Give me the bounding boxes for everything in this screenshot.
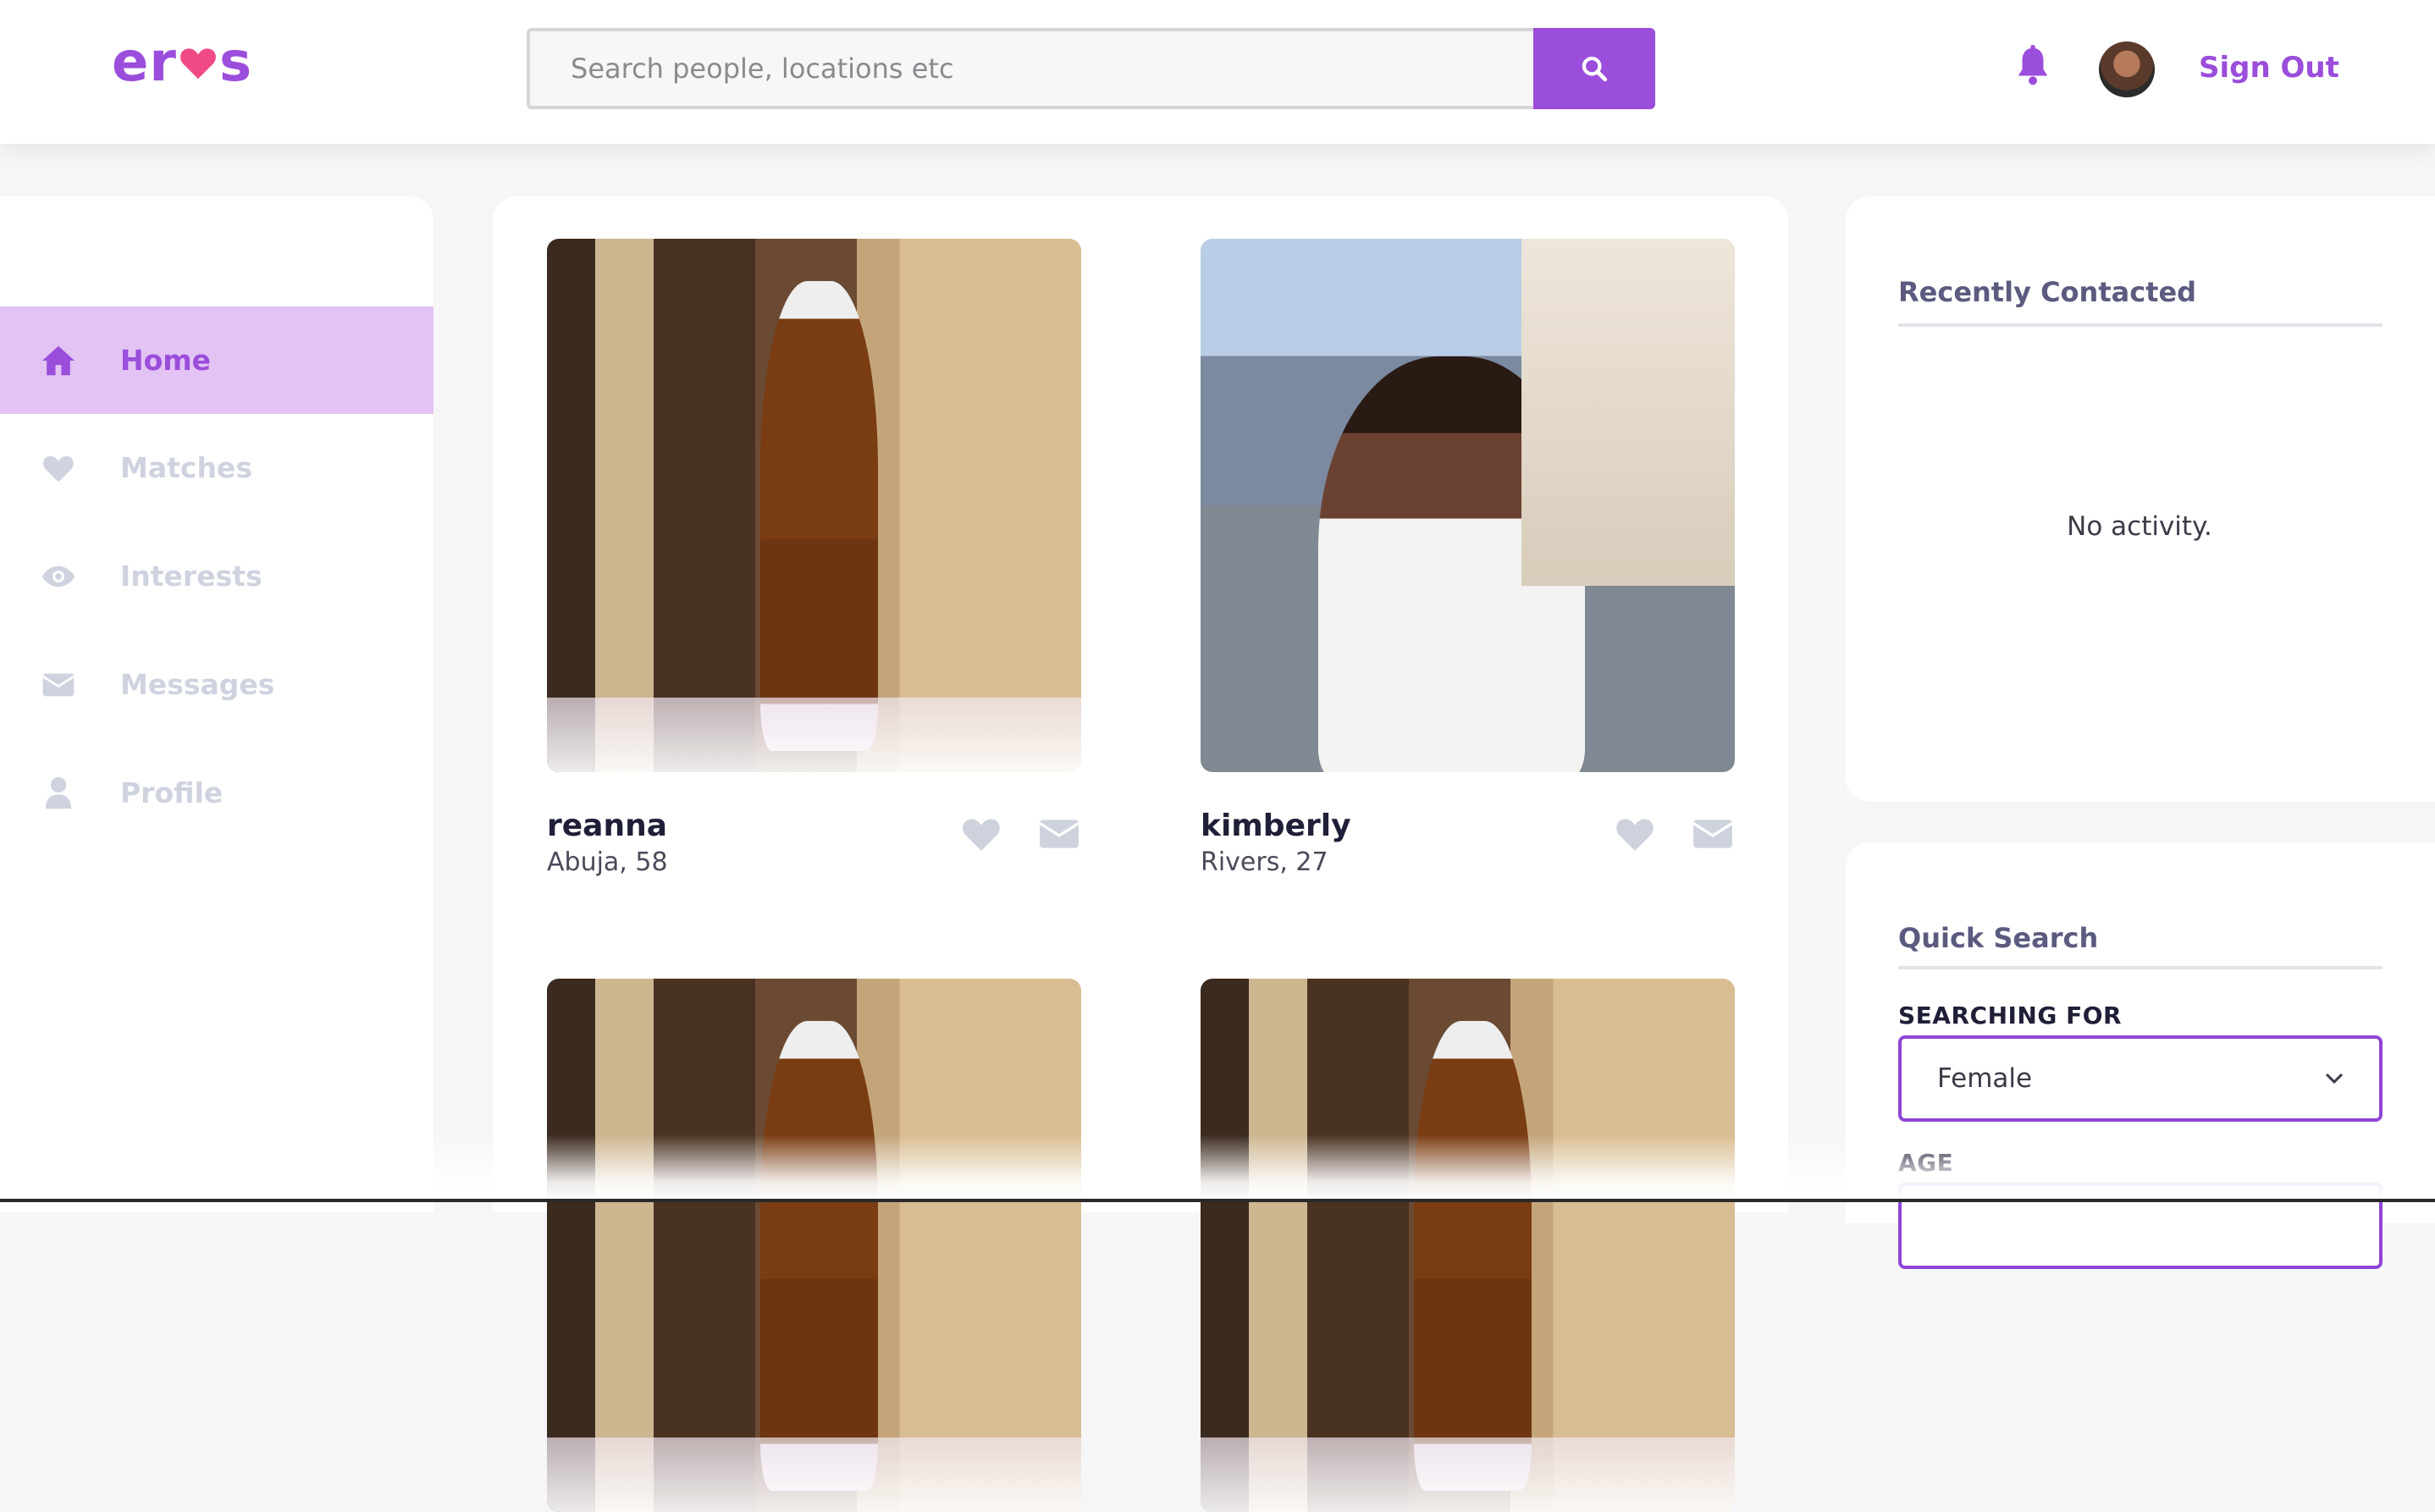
profile-card: kimberly Rivers, 27 [1201, 239, 1735, 879]
chevron-down-icon [2325, 1073, 2344, 1084]
searching-for-label: SEARCHING FOR [1898, 1002, 2123, 1029]
bell-icon[interactable] [2013, 44, 2052, 88]
profile-photo[interactable] [547, 979, 1081, 1512]
search-button[interactable] [1533, 28, 1655, 109]
sidebar-item-label: Home [120, 344, 212, 377]
message-envelope-icon[interactable] [1037, 814, 1081, 853]
age-select[interactable] [1898, 1183, 2383, 1269]
profile-photo[interactable] [1201, 239, 1735, 772]
profile-actions [959, 814, 1081, 853]
heart-icon [41, 450, 76, 486]
profile-card [547, 979, 1081, 1512]
envelope-icon [41, 667, 76, 703]
profile-feed: reanna Abuja, 58 kimberly Rivers, 27 [493, 196, 1788, 1512]
search-bar [527, 28, 1655, 109]
profile-photo[interactable] [547, 239, 1081, 772]
age-label: AGE [1898, 1149, 1954, 1177]
logo[interactable]: er s [112, 32, 252, 93]
like-heart-icon[interactable] [959, 814, 1003, 853]
searching-for-select[interactable]: Female [1898, 1035, 2383, 1122]
logo-text-end: s [218, 31, 253, 94]
top-bar: er s Sign Out [0, 0, 2435, 144]
profile-card [1201, 979, 1735, 1512]
like-heart-icon[interactable] [1613, 814, 1657, 853]
empty-state-text: No activity. [2067, 511, 2212, 542]
recently-contacted-panel: Recently Contacted No activity. [1846, 196, 2435, 802]
search-icon [1582, 56, 1608, 82]
divider [1898, 966, 2383, 969]
sidebar-item-label: Messages [120, 668, 275, 701]
window-bottom-edge [0, 1199, 2435, 1202]
sidebar: Home Matches Interests Messages Profile [0, 196, 433, 1212]
profile-photo[interactable] [1201, 979, 1735, 1512]
logo-heart-icon [180, 48, 216, 80]
quick-search-title: Quick Search [1898, 922, 2099, 954]
sidebar-item-profile[interactable]: Profile [0, 739, 433, 847]
sidebar-item-home[interactable]: Home [0, 306, 433, 414]
message-envelope-icon[interactable] [1691, 814, 1735, 853]
profile-card: reanna Abuja, 58 [547, 239, 1081, 879]
recently-contacted-title: Recently Contacted [1898, 276, 2197, 308]
sign-out-link[interactable]: Sign Out [2199, 47, 2339, 88]
search-input[interactable] [527, 28, 1533, 109]
divider [1898, 323, 2383, 327]
sidebar-item-label: Profile [120, 776, 224, 809]
avatar[interactable] [2099, 41, 2155, 97]
user-icon [41, 775, 76, 811]
quick-search-panel: Quick Search SEARCHING FOR Female AGE [1846, 842, 2435, 1269]
sidebar-item-matches[interactable]: Matches [0, 414, 433, 521]
sidebar-item-label: Interests [120, 560, 262, 593]
logo-text-start: er [112, 31, 177, 94]
home-icon [41, 343, 76, 378]
sidebar-item-label: Matches [120, 451, 252, 484]
eye-icon [41, 559, 76, 594]
sidebar-item-messages[interactable]: Messages [0, 631, 433, 738]
select-value: Female [1937, 1063, 2033, 1094]
profile-actions [1613, 814, 1735, 853]
sidebar-item-interests[interactable]: Interests [0, 522, 433, 630]
